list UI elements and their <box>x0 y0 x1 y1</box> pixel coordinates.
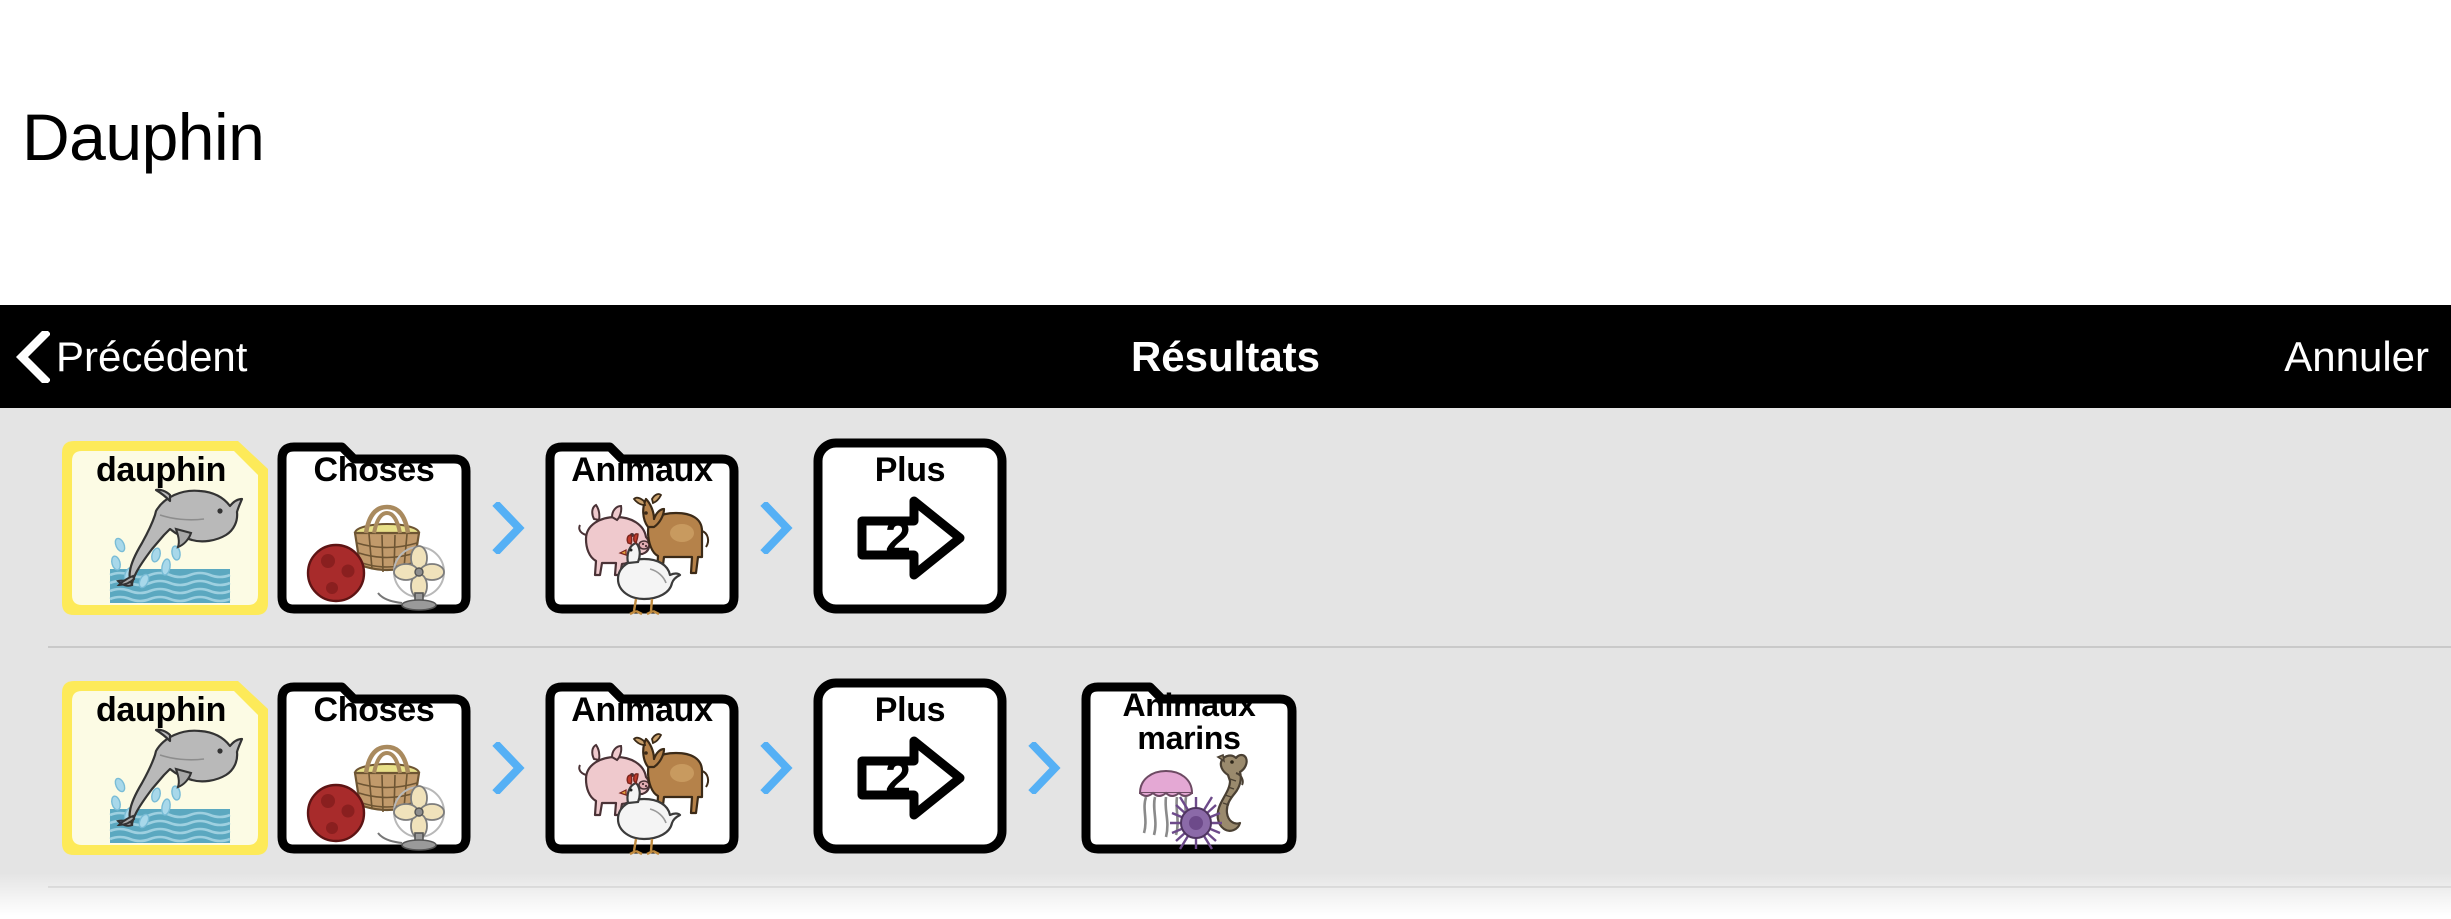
result-row[interactable]: dauphin <box>0 648 2451 888</box>
more-card-plus[interactable]: 2 Plus <box>810 675 1010 861</box>
path-separator <box>742 502 810 554</box>
folder-card-animaux-marins[interactable]: Animaux marins <box>1078 675 1300 861</box>
chevron-right-icon <box>760 502 793 554</box>
symbol-card-dauphin[interactable]: dauphin <box>48 435 274 621</box>
more-count: 2 <box>885 511 911 563</box>
breadcrumb-path: dauphin <box>48 675 1300 861</box>
folder-card-frame <box>545 682 739 856</box>
path-separator <box>474 742 542 794</box>
folder-card: Choses <box>274 435 474 621</box>
symbol-card: dauphin <box>48 675 274 861</box>
folder-card-frame <box>277 442 471 614</box>
results-list[interactable]: dauphin Choses Animaux 2 Plus dauphin Ch… <box>0 408 2451 919</box>
chevron-right-icon <box>492 742 525 794</box>
folder-card: Animaux <box>542 675 742 861</box>
folder-card-animaux[interactable]: Animaux <box>542 675 742 861</box>
breadcrumb-path: dauphin <box>48 435 1010 621</box>
more-card-frame: 2 <box>813 438 1007 614</box>
folder-card-frame <box>545 442 739 616</box>
chevron-right-icon <box>760 742 793 794</box>
folder-card-choses[interactable]: Choses <box>274 435 474 621</box>
symbol-card: dauphin <box>48 435 274 621</box>
result-row[interactable]: dauphin <box>0 408 2451 648</box>
chevron-right-icon <box>1028 742 1061 794</box>
cancel-button[interactable]: Annuler <box>2284 305 2429 408</box>
symbol-card-frame <box>62 441 268 615</box>
folder-card-choses[interactable]: Choses <box>274 675 474 861</box>
more-card-frame: 2 <box>813 678 1007 854</box>
header-area: Dauphin <box>0 0 2451 305</box>
folder-card-frame <box>1081 682 1297 854</box>
folder-card-animaux[interactable]: Animaux <box>542 435 742 621</box>
folder-card: Choses <box>274 675 474 861</box>
ball-art <box>306 543 366 603</box>
symbol-card-dauphin[interactable]: dauphin <box>48 675 274 861</box>
path-separator <box>474 502 542 554</box>
more-card: 2 Plus <box>810 675 1010 861</box>
more-count: 2 <box>885 751 911 803</box>
navigation-bar: Précédent Résultats Annuler <box>0 305 2451 408</box>
more-card-plus[interactable]: 2 Plus <box>810 435 1010 621</box>
row-divider <box>48 886 2451 888</box>
more-card: 2 Plus <box>810 435 1010 621</box>
path-separator <box>1010 742 1078 794</box>
chevron-right-icon <box>492 502 525 554</box>
ball-art <box>306 783 366 843</box>
app-screen: Dauphin Précédent Résultats Annuler daup… <box>0 0 2451 919</box>
navigation-title: Résultats <box>1130 332 1321 380</box>
page-title: Dauphin <box>22 100 265 174</box>
back-button-label: Précédent <box>56 332 248 380</box>
symbol-card-frame <box>62 681 268 855</box>
folder-card: Animaux <box>542 435 742 621</box>
folder-card: Animaux marins <box>1078 675 1300 861</box>
folder-card-frame <box>277 682 471 854</box>
chevron-left-icon <box>16 330 50 383</box>
back-button[interactable]: Précédent <box>10 305 253 408</box>
path-separator <box>742 742 810 794</box>
